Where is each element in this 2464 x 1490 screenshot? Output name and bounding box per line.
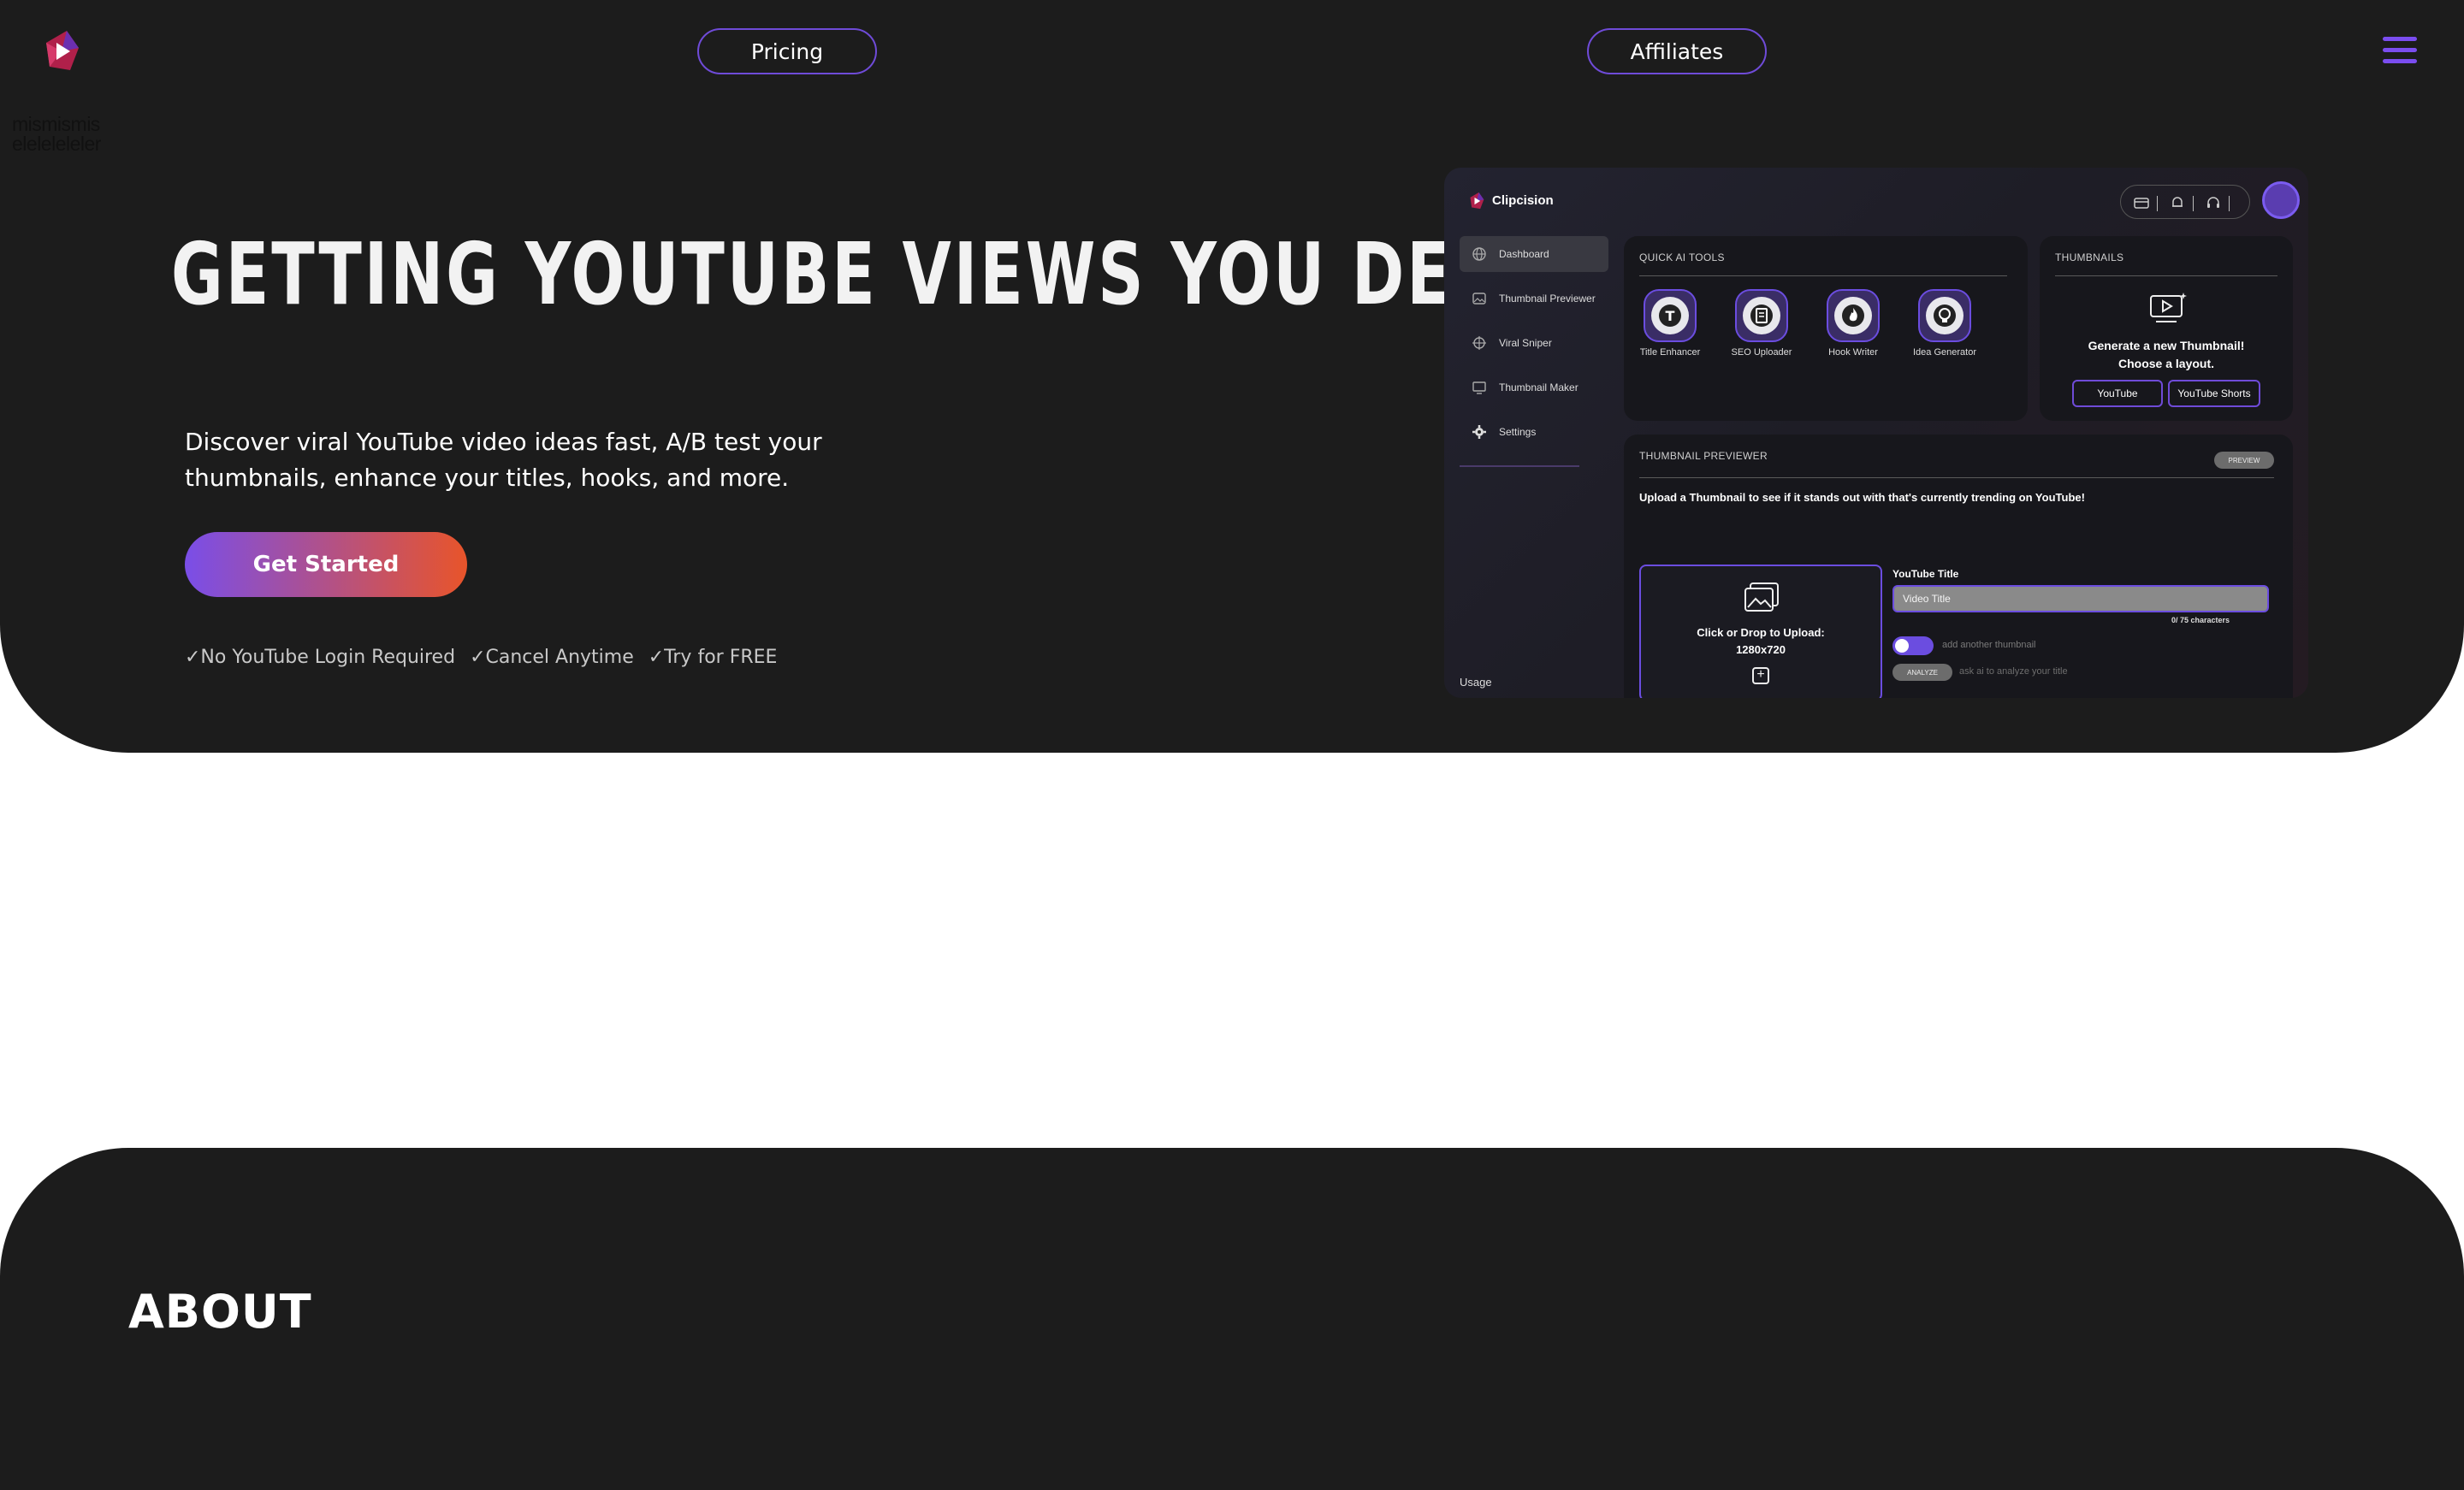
user-avatar[interactable] (2262, 181, 2300, 219)
flame-icon (1842, 305, 1864, 327)
app-preview: Clipcision Dashboard Thumbnail Previewer… (1444, 168, 2308, 698)
new-thumbnail-icon (2150, 293, 2187, 322)
app-brand-name: Clipcision (1492, 193, 1554, 208)
previewer-title: THUMBNAIL PREVIEWER (1639, 450, 1768, 462)
tool-hook-writer[interactable]: Hook Writer (1810, 289, 1896, 358)
globe-icon (1472, 247, 1486, 261)
tool-label: Idea Generator (1913, 347, 1976, 358)
plus-icon: + (1752, 667, 1769, 684)
sidebar-item-dashboard[interactable]: Dashboard (1460, 236, 1608, 272)
app-topbar-actions (2120, 185, 2250, 219)
sidebar-item-settings[interactable]: Settings (1460, 414, 1608, 450)
about-title: ABOUT (128, 1285, 312, 1339)
sidebar-item-label: Thumbnail Previewer (1499, 293, 1596, 305)
youtube-title-input[interactable]: Video Title (1892, 585, 2269, 612)
bell-icon[interactable] (2169, 194, 2186, 211)
dropzone-text: Click or Drop to Upload: 1280x720 (1641, 624, 1881, 659)
sidebar-divider (1460, 465, 1579, 467)
feature-checklist: ✓No YouTube Login Required ✓Cancel Anyti… (185, 647, 785, 668)
get-started-button[interactable]: Get Started (185, 532, 467, 597)
sidebar-item-viral-sniper[interactable]: Viral Sniper (1460, 325, 1608, 361)
app-logo-icon (1470, 192, 1484, 210)
analyze-label: ask ai to analyze your title (1959, 666, 2068, 677)
dropzone-line1: Click or Drop to Upload: (1697, 626, 1825, 639)
preview-button[interactable]: PREVIEW (2214, 452, 2274, 469)
brand-logo-icon[interactable] (41, 29, 82, 74)
layout-youtube-button[interactable]: YouTube (2072, 380, 2163, 407)
analyze-button[interactable]: ANALYZE (1892, 664, 1952, 681)
thumbnails-title: THUMBNAILS (2055, 251, 2124, 263)
previewer-description: Upload a Thumbnail to see if it stands o… (1639, 491, 2085, 504)
thumbnails-card: THUMBNAILS Generate a new Thumbnail! Cho… (2040, 236, 2293, 421)
about-section: ABOUT (0, 1148, 2464, 1490)
tool-seo-uploader[interactable]: SEO Uploader (1719, 289, 1804, 358)
svg-text:T: T (1666, 308, 1675, 324)
crosshair-icon (1472, 336, 1486, 350)
thumbnails-prompt: Generate a new Thumbnail! Choose a layou… (2040, 337, 2293, 373)
headset-icon[interactable] (2205, 194, 2222, 211)
nav-affiliates-link[interactable]: Affiliates (1587, 28, 1767, 74)
tool-label: Title Enhancer (1639, 347, 1701, 358)
thumbnails-prompt-line2: Choose a layout. (2118, 357, 2215, 370)
tool-label: Hook Writer (1828, 347, 1878, 358)
thumbnails-prompt-line1: Generate a new Thumbnail! (2088, 339, 2245, 352)
character-count: 0/ 75 characters (2171, 616, 2230, 624)
sidebar-item-label: Settings (1499, 426, 1537, 438)
logo-caption: mismismis eleleleleler (12, 113, 101, 155)
check-cancel-anytime: ✓Cancel Anytime (470, 647, 634, 668)
card-divider (1639, 477, 2274, 478)
upload-image-icon (1744, 582, 1779, 612)
toggle-label: add another thumbnail (1942, 640, 2036, 650)
add-thumbnail-toggle[interactable] (1892, 636, 1934, 655)
tool-title-enhancer[interactable]: T Title Enhancer (1627, 289, 1713, 358)
thumbnail-dropzone[interactable]: Click or Drop to Upload: 1280x720 + (1639, 565, 1882, 698)
hamburger-icon[interactable] (2383, 37, 2417, 64)
credit-card-icon[interactable] (2133, 194, 2150, 211)
sidebar-usage[interactable]: Usage (1460, 676, 1492, 689)
thumbnail-previewer-card: THUMBNAIL PREVIEWER PREVIEW Upload a Thu… (1624, 435, 2293, 698)
gear-icon (1472, 425, 1486, 439)
title-icon: T (1659, 305, 1681, 327)
dropzone-line2: 1280x720 (1736, 643, 1786, 656)
nav-pricing-link[interactable]: Pricing (697, 28, 877, 74)
sidebar-item-label: Dashboard (1499, 248, 1549, 260)
card-divider (2055, 275, 2277, 276)
tool-label: SEO Uploader (1731, 347, 1792, 358)
sidebar-item-thumbnail-previewer[interactable]: Thumbnail Previewer (1460, 281, 1608, 316)
sidebar-item-label: Viral Sniper (1499, 337, 1552, 349)
check-try-free: ✓Try for FREE (648, 647, 778, 668)
hero-section: mismismis eleleleleler Pricing Affiliate… (0, 0, 2464, 753)
youtube-title-label: YouTube Title (1892, 568, 1959, 580)
check-no-login: ✓No YouTube Login Required (185, 647, 456, 668)
quick-tools-title: QUICK AI TOOLS (1639, 251, 1725, 263)
monitor-icon (1472, 381, 1486, 394)
document-icon (1750, 305, 1773, 327)
tool-idea-generator[interactable]: Idea Generator (1902, 289, 1987, 358)
bulb-icon (1934, 305, 1956, 327)
sidebar-item-label: Thumbnail Maker (1499, 381, 1578, 393)
quick-tools-card: QUICK AI TOOLS T Title Enhancer SEO Uplo… (1624, 236, 2028, 421)
layout-shorts-button[interactable]: YouTube Shorts (2168, 380, 2260, 407)
hero-subtext: Discover viral YouTube video ideas fast,… (185, 428, 822, 492)
image-icon (1472, 293, 1486, 305)
sidebar-item-thumbnail-maker[interactable]: Thumbnail Maker (1460, 370, 1608, 405)
card-divider (1639, 275, 2007, 276)
